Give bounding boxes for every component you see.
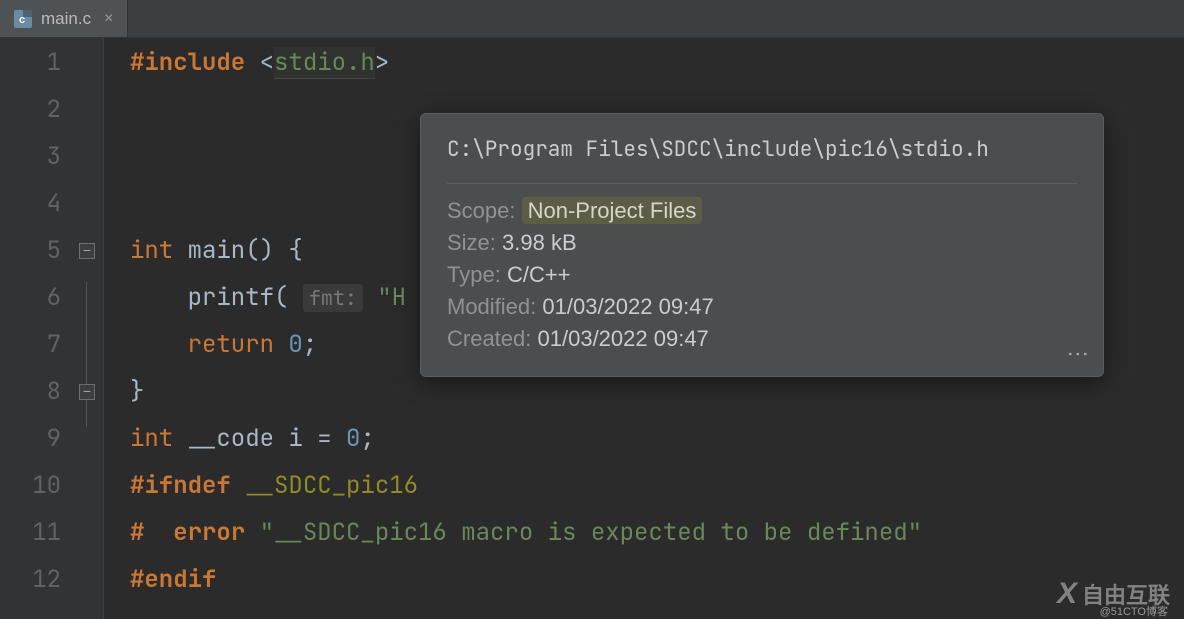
c-file-icon: c [14, 10, 32, 28]
semicolon: ; [303, 329, 317, 360]
fn-main: main [188, 235, 246, 266]
scope-value: Non-Project Files [522, 197, 703, 224]
line-number: 9 [47, 423, 61, 454]
kw-int: int [130, 235, 173, 266]
type-label: Type: [447, 262, 501, 287]
kw-return: return [188, 329, 274, 360]
header-name[interactable]: stdio.h [274, 47, 375, 79]
brace-close: } [130, 376, 144, 407]
code-line-11[interactable]: # error "__SDCC_pic16 macro is expected … [130, 509, 1184, 556]
line-number: 12 [32, 564, 61, 595]
equals: = [317, 423, 331, 454]
line-number: 5 [47, 235, 61, 266]
tooltip-size: Size: 3.98 kB [447, 230, 1077, 256]
watermark-logo-icon: X [1057, 577, 1074, 611]
line-number: 3 [47, 141, 61, 172]
tab-main-c[interactable]: c main.c × [0, 0, 128, 37]
identifier: i [288, 423, 302, 454]
tooltip-modified: Modified: 01/03/2022 09:47 [447, 294, 1077, 320]
tab-label: main.c [41, 9, 91, 29]
line-number: 7 [47, 329, 61, 360]
size-label: Size: [447, 230, 496, 255]
fold-toggle[interactable]: − [79, 384, 95, 400]
size-value: 3.98 kB [502, 230, 577, 255]
line-number: 6 [47, 282, 61, 313]
kw-ifndef: #ifndef [130, 470, 231, 501]
storage-qualifier: __code [188, 423, 274, 454]
created-value: 01/03/2022 09:47 [538, 326, 709, 351]
hash: # [130, 517, 144, 548]
code-line-12[interactable]: #endif [130, 556, 1184, 603]
string-literal: "H [363, 282, 406, 313]
kw-include: #include [130, 47, 245, 78]
kw-int: int [130, 423, 173, 454]
paren-open: ( [274, 282, 288, 313]
svg-text:c: c [19, 14, 25, 26]
code-line-1[interactable]: #include <stdio.h> [130, 39, 1184, 86]
modified-label: Modified: [447, 294, 536, 319]
more-icon[interactable]: ⋮ [1065, 343, 1091, 366]
number-literal: 0 [346, 423, 360, 454]
fold-toggle[interactable]: − [79, 243, 95, 259]
tooltip-scope: Scope: Non-Project Files [447, 198, 1077, 224]
gutter: 1 2 3 4 5 − 6 7 8 − 9 10 11 12 [0, 38, 104, 619]
close-icon[interactable]: × [100, 10, 117, 28]
error-message: "__SDCC_pic16 macro is expected to be de… [260, 517, 922, 548]
created-label: Created: [447, 326, 531, 351]
tooltip-type: Type: C/C++ [447, 262, 1077, 288]
tooltip-created: Created: 01/03/2022 09:47 [447, 326, 1077, 352]
angle-open: < [260, 47, 274, 78]
tab-bar: c main.c × [0, 0, 1184, 38]
line-number: 1 [47, 47, 61, 78]
param-hint: fmt: [303, 284, 363, 312]
modified-value: 01/03/2022 09:47 [542, 294, 713, 319]
code-line-9[interactable]: int __code i = 0; [130, 415, 1184, 462]
line-number: 8 [47, 376, 61, 407]
scope-label: Scope: [447, 198, 516, 223]
kw-error: error [173, 517, 245, 548]
macro-name: __SDCC_pic16 [245, 470, 418, 501]
tooltip-path: C:\Program Files\SDCC\include\pic16\stdi… [447, 136, 1077, 184]
line-number: 4 [47, 188, 61, 219]
semicolon: ; [360, 423, 374, 454]
type-value: C/C++ [507, 262, 571, 287]
fn-printf: printf [188, 282, 274, 313]
line-number: 2 [47, 94, 61, 125]
code-line-10[interactable]: #ifndef __SDCC_pic16 [130, 462, 1184, 509]
file-info-tooltip: C:\Program Files\SDCC\include\pic16\stdi… [420, 113, 1104, 377]
brace-open: { [274, 235, 303, 266]
kw-endif: #endif [130, 564, 216, 595]
parens: () [245, 235, 274, 266]
number-literal: 0 [288, 329, 302, 360]
angle-close: > [375, 47, 389, 78]
line-number: 10 [32, 470, 61, 501]
watermark-sub: @51CTO博客 [1100, 603, 1168, 619]
line-number: 11 [32, 517, 61, 548]
